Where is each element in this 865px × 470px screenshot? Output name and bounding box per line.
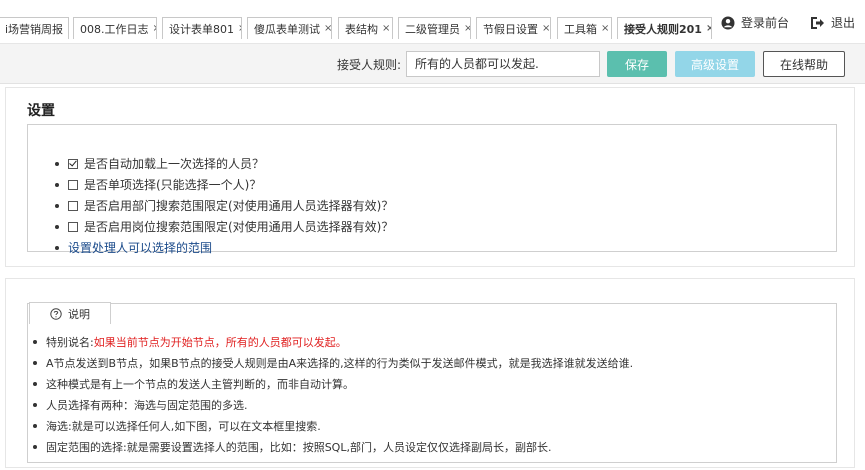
bullet <box>33 381 37 386</box>
special-note-prefix: 特别说名: <box>46 335 94 349</box>
option-range-link-row: 设置处理人可以选择的范围 <box>55 237 393 258</box>
description-panel: 说明 特别说名: 如果当前节点为开始节点，所有的人员都可以发起。 A节点发送到B… <box>5 278 855 468</box>
tab-label: 工具箱 <box>564 22 597 36</box>
online-help-button[interactable]: 在线帮助 <box>763 51 845 77</box>
close-icon[interactable]: × <box>153 23 157 34</box>
bullet <box>33 339 37 344</box>
description-list: 特别说名: 如果当前节点为开始节点，所有的人员都可以发起。 A节点发送到B节点，… <box>33 331 633 457</box>
bullet <box>55 161 59 166</box>
tab-label: 节假日设置 <box>483 22 538 36</box>
option-label: 是否单项选择(只能选择一个人)？ <box>84 178 262 192</box>
login-front-label: 登录前台 <box>741 16 790 30</box>
bullet <box>55 203 59 208</box>
list-item-text: 这种模式是有上一个节点的发送人主管判断的，而非自动计算。 <box>46 377 354 391</box>
option-post-scope: 是否启用岗位搜索范围限定(对使用通用人员选择器有效)？ <box>55 216 393 237</box>
bullet <box>33 423 37 428</box>
list-item: 海选:就是可以选择任何人,如下图，可以在文本框里搜索. <box>33 415 633 436</box>
close-icon[interactable]: × <box>706 23 711 34</box>
user-icon <box>721 16 735 29</box>
logout-label: 退出 <box>831 16 856 30</box>
option-auto-load-last: 是否自动加载上一次选择的人员？ <box>55 153 393 174</box>
tab-work-log[interactable]: 008.工作日志 × <box>73 17 157 39</box>
option-label: 是否启用部门搜索范围限定(对使用通用人员选择器有效)？ <box>84 199 394 213</box>
tab-label: i场营销周报 <box>5 22 64 36</box>
list-item: A节点发送到B节点，如果B节点的接受人规则是由A来选择的,这样的行为类似于发送邮… <box>33 352 633 373</box>
close-icon[interactable]: × <box>67 23 68 34</box>
special-note-warning: 如果当前节点为开始节点，所有的人员都可以发起。 <box>93 335 347 349</box>
save-button[interactable]: 保存 <box>607 51 667 77</box>
tab-label: 设计表单801 <box>169 22 234 36</box>
list-item: 人员选择有两种：海选与固定范围的多选. <box>33 394 633 415</box>
bullet <box>55 224 59 229</box>
rule-label: 接受人规则: <box>337 58 402 72</box>
toolbar: 接受人规则: 所有的人员都可以发起. 保存 高级设置 在线帮助 <box>0 44 865 84</box>
list-item: 这种模式是有上一个节点的发送人主管判断的，而非自动计算。 <box>33 373 633 394</box>
list-item: 固定范围的选择:就是需要设置选择人的范围，比如：按照SQL,部门，人员设定仅仅选… <box>33 436 633 457</box>
list-item-text: A节点发送到B节点，如果B节点的接受人规则是由A来选择的,这样的行为类似于发送邮… <box>46 356 634 370</box>
tab-receiver-rule[interactable]: 接受人规则201 × <box>617 17 712 39</box>
tab-label: 008.工作日志 <box>80 22 149 36</box>
tab-toolbox[interactable]: 工具箱 × <box>557 17 612 39</box>
settings-option-list: 是否自动加载上一次选择的人员？ 是否单项选择(只能选择一个人)？ 是否启用部门搜… <box>55 153 393 258</box>
option-dept-scope: 是否启用部门搜索范围限定(对使用通用人员选择器有效)？ <box>55 195 393 216</box>
option-label: 是否启用岗位搜索范围限定(对使用通用人员选择器有效)？ <box>84 220 394 234</box>
dept-scope-checkbox[interactable] <box>68 200 78 211</box>
auto-load-last-checkbox[interactable] <box>68 158 78 169</box>
option-single-select: 是否单项选择(只能选择一个人)？ <box>55 174 393 195</box>
option-label: 是否自动加载上一次选择的人员？ <box>84 157 265 171</box>
post-scope-checkbox[interactable] <box>68 221 78 232</box>
settings-box: 是否自动加载上一次选择的人员？ 是否单项选择(只能选择一个人)？ 是否启用部门搜… <box>27 124 837 255</box>
tab-bar: i场营销周报× 008.工作日志× 设计表单801× 傻瓜表单测试× 表结构× … <box>0 0 865 44</box>
single-select-checkbox[interactable] <box>68 179 78 190</box>
close-icon[interactable]: × <box>324 23 331 34</box>
description-tab-label: 说明 <box>68 307 90 321</box>
list-item-text: 海选:就是可以选择任何人,如下图，可以在文本框里搜索. <box>46 419 321 433</box>
list-item-text: 人员选择有两种：海选与固定范围的多选. <box>46 398 248 412</box>
set-range-link[interactable]: 设置处理人可以选择的范围 <box>68 239 212 256</box>
settings-panel: 设置 是否自动加载上一次选择的人员？ 是否单项选择(只能选择一个人)？ 是否启用… <box>5 87 855 267</box>
settings-title: 设置 <box>27 103 55 119</box>
tab-table-structure[interactable]: 表结构 × <box>338 17 393 39</box>
tab-secondary-admin[interactable]: 二级管理员 × <box>398 17 471 39</box>
close-icon[interactable]: × <box>382 23 390 34</box>
close-icon[interactable]: × <box>601 23 609 34</box>
logout-icon <box>811 16 824 29</box>
tab-label: 接受人规则201 <box>624 22 702 36</box>
bullet <box>55 182 59 187</box>
tab-simple-form-test[interactable]: 傻瓜表单测试 × <box>247 17 332 39</box>
close-icon[interactable]: × <box>238 23 241 34</box>
list-item: 特别说名: 如果当前节点为开始节点，所有的人员都可以发起。 <box>33 331 633 352</box>
tab-marketing-weekly[interactable]: i场营销周报× <box>0 17 69 39</box>
bullet <box>55 245 59 250</box>
login-front-link[interactable]: 登录前台 <box>721 14 789 31</box>
logout-link[interactable]: 退出 <box>810 14 855 31</box>
close-icon[interactable]: × <box>464 23 470 34</box>
list-item-text: 固定范围的选择:就是需要设置选择人的范围，比如：按照SQL,部门，人员设定仅仅选… <box>46 440 552 454</box>
tab-holiday-settings[interactable]: 节假日设置 × <box>476 17 551 39</box>
close-icon[interactable]: × <box>542 23 550 34</box>
tab-design-form[interactable]: 设计表单801 × <box>162 17 242 39</box>
description-tab[interactable]: 说明 <box>29 302 111 324</box>
tab-label: 表结构 <box>345 22 378 36</box>
tab-label: 二级管理员 <box>405 22 460 36</box>
bullet <box>33 360 37 365</box>
bullet <box>33 402 37 407</box>
help-circle-icon <box>50 307 62 320</box>
advanced-settings-button[interactable]: 高级设置 <box>675 51 755 77</box>
tab-label: 傻瓜表单测试 <box>254 22 320 36</box>
rule-value-field[interactable]: 所有的人员都可以发起. <box>406 51 600 77</box>
bullet <box>33 444 37 449</box>
